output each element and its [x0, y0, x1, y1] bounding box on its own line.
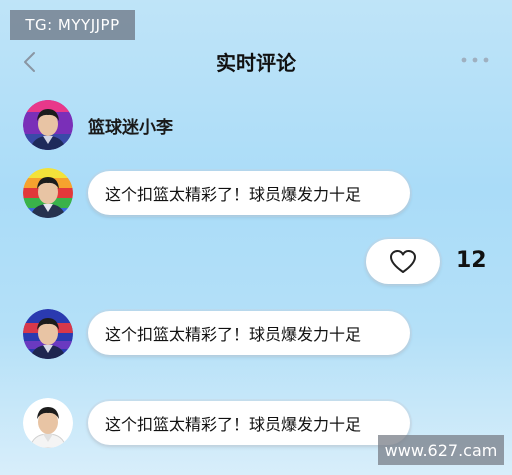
avatar-commenter[interactable] — [23, 398, 73, 448]
like-button[interactable] — [366, 239, 440, 284]
watermark-site: www.627.cam — [378, 435, 504, 465]
comment-bubble[interactable]: 这个扣篮太精彩了！球员爆发力十足 — [88, 171, 410, 215]
like-count: 12 — [456, 248, 487, 273]
comment-bubble[interactable]: 这个扣篮太精彩了！球员爆发力十足 — [88, 401, 410, 445]
more-dots-icon[interactable] — [460, 55, 490, 65]
watermark-tg: TG: MYYJJPP — [10, 10, 135, 40]
avatar-commenter[interactable] — [23, 168, 73, 218]
avatar-commenter[interactable] — [23, 309, 73, 359]
comment-bubble[interactable]: 这个扣篮太精彩了！球员爆发力十足 — [88, 311, 410, 355]
heart-icon — [390, 249, 416, 273]
username[interactable]: 篮球迷小李 — [88, 113, 173, 138]
page-title: 实时评论 — [216, 51, 296, 75]
avatar-poster[interactable] — [23, 100, 73, 150]
